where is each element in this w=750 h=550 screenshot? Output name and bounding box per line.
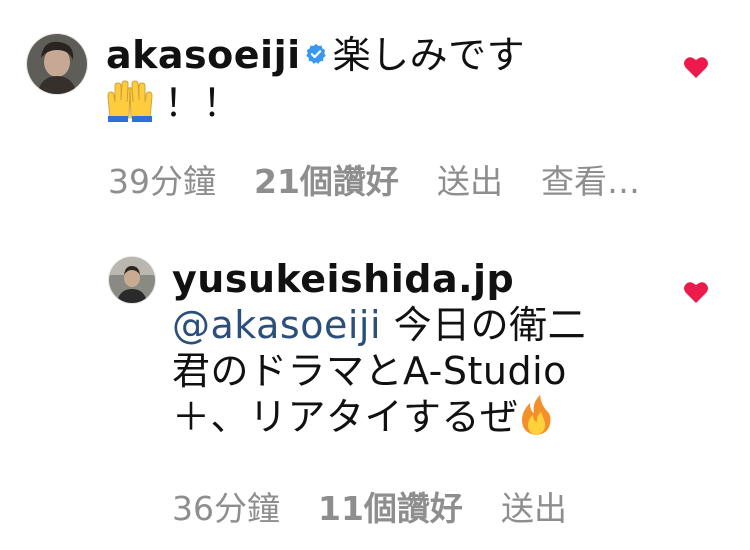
comment-text-line2: 君のドラマとA-Studio	[172, 349, 567, 393]
comment-time: 39分鐘	[108, 162, 216, 201]
avatar-akasoeiji[interactable]	[26, 33, 88, 95]
raising-hands-emoji-icon	[106, 78, 154, 132]
comment-text-line3: ＋、リアタイするぜ	[172, 395, 519, 439]
mention-link[interactable]: @akasoeiji	[172, 303, 381, 347]
username-link[interactable]: yusukeishida.jp	[172, 257, 514, 301]
like-heart-icon[interactable]	[683, 280, 709, 304]
verified-badge-icon	[305, 43, 326, 64]
see-more-button[interactable]: 查看…	[541, 162, 640, 201]
comment-meta: 39分鐘 21個讚好 送出 查看…	[108, 155, 640, 203]
likes-count[interactable]: 21個讚好	[254, 162, 399, 201]
avatar-image	[109, 257, 155, 303]
avatar-image	[27, 34, 87, 94]
reply-button[interactable]: 送出	[437, 162, 503, 201]
comment-meta: 36分鐘 11個讚好 送出	[172, 482, 567, 530]
comment-time: 36分鐘	[172, 489, 280, 528]
reply-button[interactable]: 送出	[501, 489, 567, 528]
avatar-yusukeishida[interactable]	[108, 256, 156, 304]
comment-text-line1: 今日の衛二	[381, 303, 587, 347]
comment-text: 楽しみです	[332, 33, 526, 77]
like-heart-icon[interactable]	[683, 55, 709, 79]
comment-body: yusukeishida.jp @akasoeiji 今日の衛二 君のドラマとA…	[172, 256, 672, 446]
username-link[interactable]: akasoeiji	[106, 33, 301, 77]
comment-text-line2: ！！	[164, 81, 242, 125]
likes-count[interactable]: 11個讚好	[318, 489, 463, 528]
comment-body: akasoeiji 楽しみです ！！	[106, 32, 626, 132]
fire-emoji-icon	[519, 394, 553, 446]
